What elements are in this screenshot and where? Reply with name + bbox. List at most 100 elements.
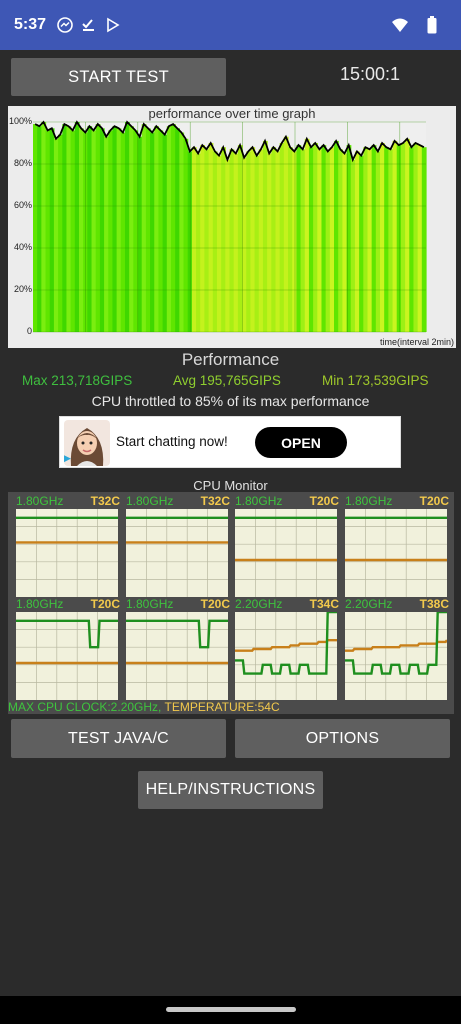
graph-bar xyxy=(62,124,68,332)
graph-bar xyxy=(191,147,197,332)
core-graph xyxy=(16,509,118,597)
graph-bar xyxy=(354,151,360,332)
help-instructions-button[interactable]: HELP/INSTRUCTIONS xyxy=(138,771,323,809)
core-graph xyxy=(126,612,228,700)
graph-x-label: time(interval 2min) xyxy=(379,337,454,347)
graph-bar xyxy=(338,149,343,332)
core-graph xyxy=(345,612,447,700)
core-graph-bg xyxy=(345,509,447,597)
graph-bar xyxy=(95,124,101,332)
core-temperature: T32C xyxy=(200,494,230,508)
graph-bar xyxy=(37,126,42,332)
options-button[interactable]: OPTIONS xyxy=(235,719,450,758)
graph-bar xyxy=(384,147,389,332)
core-graph xyxy=(16,612,118,700)
graph-bar xyxy=(237,145,243,332)
graph-bar xyxy=(158,130,164,332)
core-graph xyxy=(345,509,447,597)
graph-bar xyxy=(342,153,348,332)
start-test-button[interactable]: START TEST xyxy=(11,58,226,96)
avg-performance: Avg 195,765GIPS xyxy=(173,373,281,388)
graph-plot xyxy=(33,120,427,333)
graph-bar xyxy=(183,138,189,332)
core-graph-bg xyxy=(126,612,228,700)
performance-title: Performance xyxy=(181,350,280,369)
graph-bar xyxy=(417,145,423,332)
graph-bar xyxy=(212,151,218,332)
core-graph-bg xyxy=(16,509,118,597)
graph-bar xyxy=(49,128,55,332)
graph-bar xyxy=(216,155,222,332)
core-frequency: 1.80GHz xyxy=(235,494,283,508)
graph-bar xyxy=(380,143,385,332)
graph-bar xyxy=(367,149,373,332)
play-store-icon xyxy=(104,16,122,34)
min-performance: Min 173,539GIPS xyxy=(322,373,429,388)
graph-bar xyxy=(179,132,185,332)
graph-bar xyxy=(413,143,419,332)
graph-bar xyxy=(283,136,289,332)
wifi-icon xyxy=(391,16,409,34)
messenger-icon xyxy=(56,16,74,34)
graph-bar xyxy=(166,126,172,332)
throttle-text: CPU throttled to 85% of its max performa… xyxy=(91,393,370,409)
graph-bar xyxy=(371,145,377,332)
graph-bar xyxy=(225,159,231,332)
core-graph xyxy=(235,612,337,700)
graph-bar xyxy=(204,149,210,332)
graph-bar xyxy=(145,128,151,332)
graph-bar xyxy=(271,147,277,332)
graph-bar xyxy=(300,149,306,332)
status-time: 5:37 xyxy=(14,16,47,33)
graph-bar xyxy=(41,122,47,332)
graph-bar xyxy=(196,153,201,332)
ad-play-icon: ▶ xyxy=(64,453,71,463)
graph-bar xyxy=(154,126,160,332)
graph-bar xyxy=(133,130,139,332)
graph-bar xyxy=(170,124,176,332)
core-frequency: 1.80GHz xyxy=(345,494,393,508)
graph-bar xyxy=(405,138,410,332)
ad-banner[interactable]: ▶ Start chatting now! OPEN xyxy=(59,416,401,468)
test-timer: 15:00:1 xyxy=(339,64,401,84)
graph-bar xyxy=(120,132,126,332)
test-java-c-button[interactable]: TEST JAVA/C xyxy=(11,719,226,758)
graph-bar xyxy=(321,145,327,332)
graph-bar xyxy=(288,147,293,332)
max-cpu-info: MAX CPU CLOCK:2.20GHz, TEMPERATURE:54C xyxy=(8,700,280,714)
graph-bar xyxy=(74,122,80,332)
core-frequency: 1.80GHz xyxy=(126,494,174,508)
cpu-core-2: 1.80GHz T20C xyxy=(235,494,339,600)
graph-bar xyxy=(262,140,268,332)
max-performance: Max 213,718GIPS xyxy=(22,373,133,388)
core-graph xyxy=(235,509,337,597)
graph-bar xyxy=(317,149,323,332)
graph-bar xyxy=(325,151,331,332)
graph-bar xyxy=(229,149,235,332)
ad-open-button[interactable]: OPEN xyxy=(255,427,347,458)
core-frequency: 1.80GHz xyxy=(126,597,174,611)
graph-bar xyxy=(267,153,272,332)
core-graph-bg xyxy=(16,612,118,700)
core-graph-bg xyxy=(235,509,337,597)
graph-bar xyxy=(246,151,251,332)
graph-bar xyxy=(363,147,369,332)
core-frequency: 2.20GHz xyxy=(345,597,393,611)
core-temperature: T38C xyxy=(419,597,449,611)
performance-graph: performance over time graph 100% 80% 60%… xyxy=(8,106,456,348)
graph-bar xyxy=(200,145,206,332)
graph-bar xyxy=(70,130,76,332)
home-gesture-bar[interactable] xyxy=(166,1007,296,1012)
graph-bar xyxy=(350,159,356,332)
battery-icon xyxy=(423,16,441,34)
graph-bar xyxy=(275,151,281,332)
graph-bar xyxy=(141,124,147,332)
graph-bar xyxy=(33,124,38,332)
graph-bar xyxy=(112,126,118,332)
core-temperature: T32C xyxy=(90,494,120,508)
status-bar: 5:37 xyxy=(0,0,461,50)
core-temperature: T20C xyxy=(90,597,120,611)
graph-bar xyxy=(292,151,297,332)
max-cpu-clock: MAX CPU CLOCK:2.20GHz, xyxy=(8,700,162,714)
core-graph-bg xyxy=(345,612,447,700)
